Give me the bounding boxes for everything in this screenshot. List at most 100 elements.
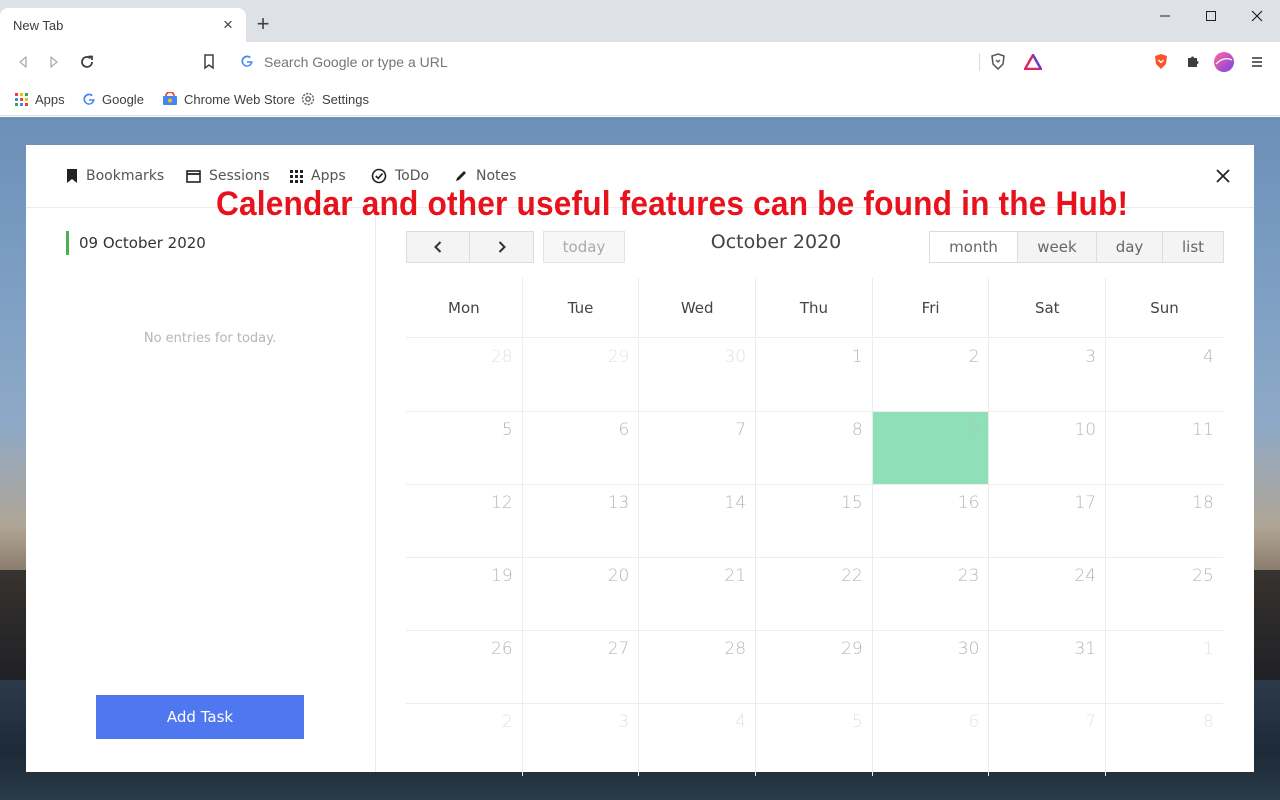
day-cell[interactable]: 3 (523, 704, 640, 776)
day-cell[interactable]: 1 (756, 339, 873, 411)
view-list-button[interactable]: list (1163, 232, 1223, 262)
web-store-icon (162, 92, 178, 106)
week-row: 19 20 21 22 23 24 25 (406, 558, 1223, 631)
weekday-label: Thu (756, 278, 873, 338)
day-cell[interactable]: 18 (1106, 485, 1223, 557)
day-cell[interactable]: 5 (756, 704, 873, 776)
day-cell-today[interactable]: 9 (872, 412, 990, 484)
tab-close-icon[interactable]: × (220, 16, 236, 33)
day-cell[interactable]: 2 (873, 339, 990, 411)
week-row: 5 6 7 8 9 10 11 (406, 412, 1223, 485)
prev-month-button[interactable] (407, 232, 470, 262)
next-month-button[interactable] (470, 232, 533, 262)
minimize-icon[interactable] (1142, 0, 1188, 32)
day-cell[interactable]: 29 (523, 339, 640, 411)
bookmark-page-icon[interactable] (196, 50, 222, 74)
day-cell[interactable]: 1 (1106, 631, 1223, 703)
day-cell[interactable]: 15 (756, 485, 873, 557)
tab-label: Sessions (209, 168, 270, 184)
day-cell[interactable]: 29 (756, 631, 873, 703)
maximize-icon[interactable] (1188, 0, 1234, 32)
view-week-button[interactable]: week (1018, 232, 1097, 262)
week-row: 12 13 14 15 16 17 18 (406, 485, 1223, 558)
bookmark-settings[interactable]: Settings (300, 88, 369, 110)
day-cell[interactable]: 8 (756, 412, 873, 484)
profile-avatar[interactable] (1213, 51, 1235, 73)
bookmark-apps[interactable]: Apps (14, 88, 65, 110)
extensions-puzzle-icon[interactable] (1182, 51, 1204, 73)
day-cell[interactable]: 16 (873, 485, 990, 557)
day-cell[interactable]: 4 (1106, 339, 1223, 411)
day-cell[interactable]: 19 (406, 558, 523, 630)
check-circle-icon (371, 168, 387, 184)
day-cell[interactable]: 27 (523, 631, 640, 703)
bookmark-google[interactable]: Google (82, 88, 144, 110)
day-cell[interactable]: 3 (989, 339, 1107, 411)
brave-lion-icon[interactable] (1150, 51, 1172, 73)
forward-icon[interactable] (41, 50, 67, 74)
day-cell[interactable]: 14 (639, 485, 757, 557)
tab-label: Notes (476, 168, 517, 184)
chevron-right-icon (498, 241, 506, 253)
day-cell[interactable]: 11 (1106, 412, 1223, 484)
view-month-button[interactable]: month (930, 232, 1018, 262)
brave-shield-icon[interactable] (987, 51, 1009, 73)
day-agenda-pane: 09 October 2020 No entries for today. Ad… (26, 209, 376, 772)
pencil-icon (454, 169, 468, 183)
day-cell[interactable]: 4 (639, 704, 757, 776)
today-button[interactable]: today (543, 231, 625, 263)
weekday-label: Fri (873, 278, 990, 338)
day-cell[interactable]: 25 (1106, 558, 1223, 630)
view-day-button[interactable]: day (1097, 232, 1163, 262)
day-cell[interactable]: 30 (639, 339, 757, 411)
new-tab-button[interactable]: + (252, 13, 274, 37)
day-cell[interactable]: 24 (989, 558, 1107, 630)
reload-icon[interactable] (74, 50, 100, 74)
back-icon[interactable] (10, 50, 36, 74)
weekday-label: Mon (406, 278, 523, 338)
tab-todo[interactable]: ToDo (371, 165, 429, 187)
menu-icon[interactable] (1246, 51, 1268, 73)
tab-notes[interactable]: Notes (454, 165, 516, 187)
day-cell[interactable]: 5 (406, 412, 523, 484)
day-cell[interactable]: 17 (989, 485, 1107, 557)
day-cell[interactable]: 31 (989, 631, 1107, 703)
tab-bookmarks[interactable]: Bookmarks (66, 165, 164, 187)
bookmarks-bar: Apps Google Chrome Web Store Settings (0, 82, 1280, 116)
day-cell[interactable]: 13 (523, 485, 640, 557)
tab-apps[interactable]: Apps (290, 165, 346, 187)
day-cell[interactable]: 26 (406, 631, 523, 703)
day-cell[interactable]: 7 (989, 704, 1107, 776)
close-icon[interactable] (1212, 165, 1234, 187)
day-cell[interactable]: 28 (639, 631, 757, 703)
tab-sessions[interactable]: Sessions (186, 165, 270, 187)
browser-tab[interactable]: New Tab × (0, 8, 246, 42)
day-cell[interactable]: 8 (1106, 704, 1223, 776)
day-cell[interactable]: 6 (873, 704, 990, 776)
bookmark-label: Chrome Web Store (184, 91, 296, 107)
day-cell[interactable]: 22 (756, 558, 873, 630)
day-cell[interactable]: 12 (406, 485, 523, 557)
day-cell[interactable]: 21 (639, 558, 757, 630)
view-switcher: month week day list (929, 231, 1224, 263)
day-cell[interactable]: 30 (873, 631, 990, 703)
tab-strip: New Tab × + (0, 0, 1280, 42)
window-close-icon[interactable] (1234, 0, 1280, 32)
address-bar[interactable] (230, 47, 1050, 77)
brave-rewards-icon[interactable] (1022, 51, 1044, 73)
day-cell[interactable]: 28 (406, 339, 523, 411)
search-input[interactable] (264, 54, 964, 70)
week-row: 28 29 30 1 2 3 4 (406, 339, 1223, 412)
bookmark-label: Apps (35, 91, 65, 107)
bookmark-chrome-web-store[interactable]: Chrome Web Store (162, 88, 295, 110)
day-cell[interactable]: 6 (523, 412, 640, 484)
add-task-button[interactable]: Add Task (96, 695, 304, 739)
day-cell[interactable]: 7 (639, 412, 757, 484)
day-cell[interactable]: 2 (406, 704, 523, 776)
week-row: 26 27 28 29 30 31 1 (406, 631, 1223, 704)
day-cell[interactable]: 10 (989, 412, 1107, 484)
day-cell[interactable]: 20 (523, 558, 640, 630)
promo-banner: Calendar and other useful features can b… (216, 185, 1129, 223)
day-cell[interactable]: 23 (873, 558, 990, 630)
calendar-grid: Mon Tue Wed Thu Fri Sat Sun 28 29 30 1 2… (406, 278, 1223, 776)
